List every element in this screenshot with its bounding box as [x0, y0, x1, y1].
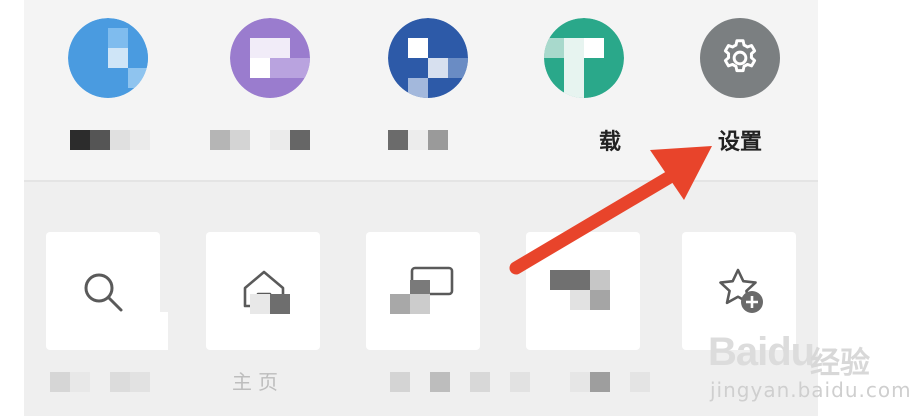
watermark-url: jingyan.baidu.com: [710, 378, 912, 402]
watermark-logo: Baidu: [708, 330, 815, 374]
watermark-cn: 经验: [810, 346, 870, 381]
watermark: Baidu 经验 jingyan.baidu.com: [708, 318, 911, 408]
